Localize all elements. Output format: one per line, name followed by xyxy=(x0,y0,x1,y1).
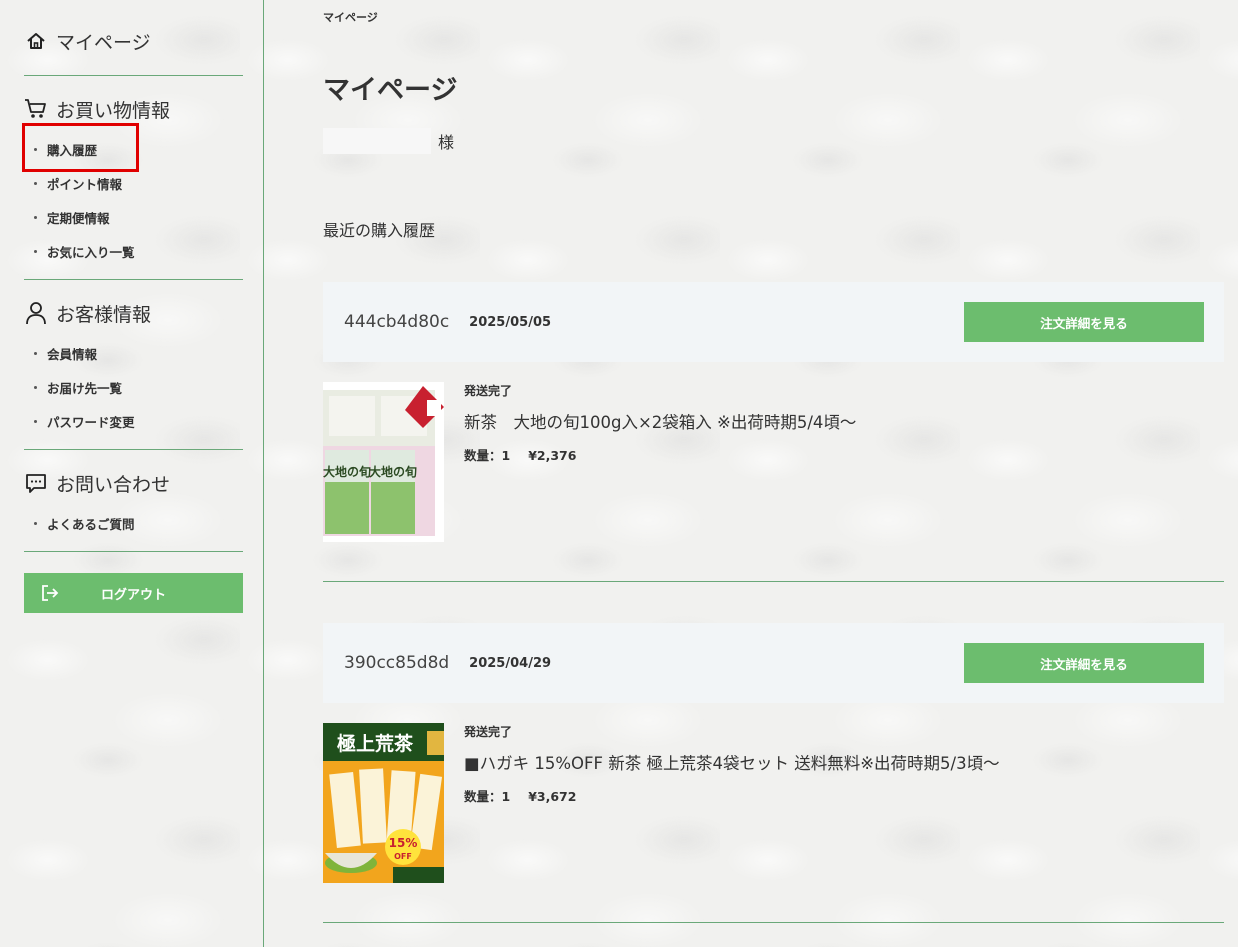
order-info: 発送完了 新茶 大地の旬100g入×2袋箱入 ※出荷時期5/4頃～ 数量：1 ¥2… xyxy=(464,382,856,464)
order-id: 390cc85d8d xyxy=(344,653,450,673)
product-name[interactable]: ■ハガキ 15%OFF 新茶 極上荒茶4袋セット 送料無料※出荷時期5/3頃～ xyxy=(464,750,1000,774)
order-date: 2025/05/05 xyxy=(469,314,552,330)
sidebar-customer-links: 会員情報 お届け先一覧 パスワード変更 xyxy=(24,336,243,438)
sidebar-contact-links: よくあるご質問 xyxy=(24,506,243,540)
order-detail-button[interactable]: 注文詳細を見る xyxy=(964,302,1204,342)
customer-name-redacted xyxy=(323,128,431,154)
sidebar-item-password[interactable]: パスワード変更 xyxy=(24,404,243,438)
recent-orders-heading: 最近の購入履歴 xyxy=(323,221,436,240)
order-detail-button[interactable]: 注文詳細を見る xyxy=(964,643,1204,683)
logout-label: ログアウト xyxy=(100,587,166,603)
order-status: 発送完了 xyxy=(464,725,513,739)
quantity-price: 数量：1 ¥2,376 xyxy=(464,445,856,464)
sidebar: マイページ お買い物情報 購入履歴 ポイント情報 定期便情報 お気に入り一覧 お… xyxy=(0,0,264,947)
sidebar-divider xyxy=(24,279,243,280)
svg-text:OFF: OFF xyxy=(394,852,412,861)
order-info: 発送完了 ■ハガキ 15%OFF 新茶 極上荒茶4袋セット 送料無料※出荷時期5… xyxy=(464,723,1000,805)
user-icon xyxy=(24,301,48,325)
order-quantity: 数量：1 xyxy=(464,789,511,804)
order-card: 390cc85d8d 2025/04/29 注文詳細を見る 極上荒茶 15% O… xyxy=(323,623,1224,923)
order-date: 2025/04/29 xyxy=(469,655,552,671)
sidebar-item-delivery-addresses[interactable]: お届け先一覧 xyxy=(24,370,243,404)
customer-name-row: 様 xyxy=(323,128,454,154)
quantity-price: 数量：1 ¥3,672 xyxy=(464,786,1000,805)
sidebar-contact-heading: お問い合わせ xyxy=(56,473,171,496)
chat-icon xyxy=(24,471,48,495)
order-separator xyxy=(323,581,1224,582)
order-header: 444cb4d80c 2025/05/05 注文詳細を見る xyxy=(323,282,1224,362)
cart-icon xyxy=(24,97,48,121)
product-image-text: 大地の旬 xyxy=(323,464,371,479)
product-image[interactable]: 極上荒茶 15% OFF xyxy=(323,723,444,883)
sidebar-item-favorites[interactable]: お気に入り一覧 xyxy=(24,234,243,268)
sidebar-item-subscription[interactable]: 定期便情報 xyxy=(24,200,243,234)
sidebar-customer-section: お客様情報 xyxy=(24,298,243,328)
sidebar-item-faq[interactable]: よくあるご質問 xyxy=(24,506,243,540)
order-body: 大地の旬 大地の旬 発送完了 新茶 大地の旬100g入×2袋箱入 ※出荷時期5/… xyxy=(323,362,1224,582)
order-id: 444cb4d80c xyxy=(344,312,450,332)
order-card: 444cb4d80c 2025/05/05 注文詳細を見る 大地の旬 大地の旬 xyxy=(323,282,1224,582)
breadcrumb: マイページ xyxy=(323,11,378,24)
sidebar-divider xyxy=(24,75,243,76)
sidebar-item-member-info[interactable]: 会員情報 xyxy=(24,336,243,370)
logout-button[interactable]: ログアウト xyxy=(24,573,243,613)
logout-icon xyxy=(40,583,60,603)
sidebar-divider xyxy=(24,449,243,450)
order-quantity: 数量：1 xyxy=(464,448,511,463)
discount-badge: 15% xyxy=(389,836,418,850)
page: マイページ お買い物情報 購入履歴 ポイント情報 定期便情報 お気に入り一覧 お… xyxy=(0,0,1238,947)
sidebar-customer-heading: お客様情報 xyxy=(56,303,152,326)
sidebar-contact-section: お問い合わせ xyxy=(24,468,243,498)
order-price: ¥2,376 xyxy=(528,448,577,463)
svg-text:大地の旬: 大地の旬 xyxy=(369,464,417,479)
order-status: 発送完了 xyxy=(464,384,513,398)
sidebar-mypage-label: マイページ xyxy=(56,31,151,54)
sidebar-divider xyxy=(24,551,243,552)
order-separator xyxy=(323,922,1224,923)
order-price: ¥3,672 xyxy=(528,789,577,804)
order-body: 極上荒茶 15% OFF 発送完了 ■ハガキ 15%OFF 新茶 極上荒茶4袋セ… xyxy=(323,703,1224,923)
page-title: マイページ xyxy=(323,75,458,106)
highlight-box xyxy=(22,123,139,172)
order-header: 390cc85d8d 2025/04/29 注文詳細を見る xyxy=(323,623,1224,703)
product-image-banner: 極上荒茶 xyxy=(337,732,414,755)
sidebar-shopping-heading: お買い物情報 xyxy=(56,99,171,122)
home-icon xyxy=(24,29,48,53)
sidebar-mypage[interactable]: マイページ xyxy=(24,26,243,56)
honorific: 様 xyxy=(438,133,455,152)
sidebar-shopping-section: お買い物情報 xyxy=(24,94,243,124)
product-image[interactable]: 大地の旬 大地の旬 xyxy=(323,382,444,542)
product-name[interactable]: 新茶 大地の旬100g入×2袋箱入 ※出荷時期5/4頃～ xyxy=(464,409,856,433)
